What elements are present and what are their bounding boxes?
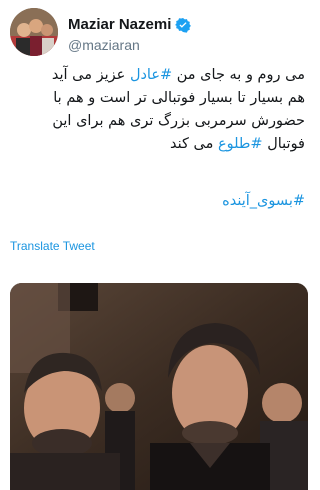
tweet-text-segment: می کند [169,136,218,152]
tweet-line-2: هم بسیار تا بسیار فوتبالی تر است و هم با [13,87,305,110]
tweet-header: Maziar Nazemi @maziaran [10,8,310,58]
hashtag-link[interactable]: #طلوع [218,136,263,152]
tweet-text: می روم و به جای من #عادل عزیز می آید هم … [13,64,305,156]
hashtag-link[interactable]: #بسوی_آینده [222,193,305,209]
author-handle[interactable]: @maziaran [68,37,140,53]
tweet-text-segment: حضورش سرمربی بزرگ تری هم برای این [52,113,305,129]
tweet-text-segment: فوتبال [262,136,305,152]
tweet-photo[interactable] [10,283,308,490]
selfie-photo-icon [10,283,308,490]
tweet-text-segment: عزیز می آید [51,67,130,83]
profile-photo-icon [10,8,58,56]
tweet-line-1: می روم و به جای من #عادل عزیز می آید [13,64,305,87]
verified-badge-icon [175,17,192,33]
author-avatar[interactable] [10,8,58,56]
tweet-line-3: حضورش سرمربی بزرگ تری هم برای این [13,110,305,133]
tweet-line-4: فوتبال #طلوع می کند [13,133,305,156]
tweet-text-segment: هم بسیار تا بسیار فوتبالی تر است و هم با [53,90,305,106]
hashtag-link[interactable]: #عادل [130,67,172,83]
tweet-text-segment: می روم و به جای من [172,67,305,83]
author-name[interactable]: Maziar Nazemi [68,16,171,33]
translate-tweet-link[interactable]: Translate Tweet [10,239,95,253]
